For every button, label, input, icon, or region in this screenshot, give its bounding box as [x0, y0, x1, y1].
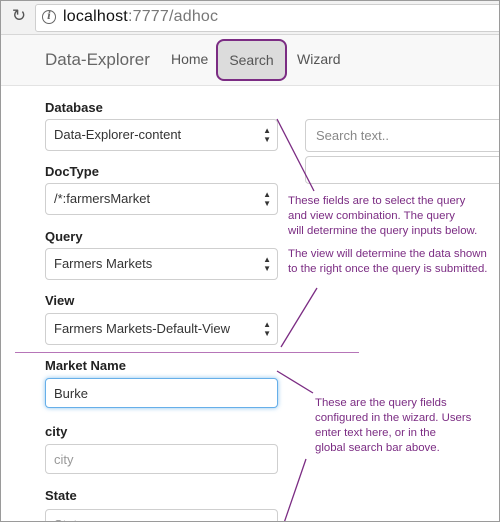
address-bar: ↻ i localhost:7777/adhoc [1, 1, 499, 35]
browser-window: ↻ i localhost:7777/adhoc Data-Explorer H… [0, 0, 500, 522]
note-line: These fields are to select the query [288, 195, 466, 207]
doctype-value: /*:farmersMarket [54, 191, 151, 206]
brand-title[interactable]: Data-Explorer [45, 50, 150, 70]
url-text: localhost:7777/adhoc [63, 8, 218, 26]
updown-caret-icon: ▲ ▼ [263, 320, 271, 338]
city-label: city [45, 424, 68, 439]
app-navbar: Data-Explorer Home Search Wizard [1, 35, 499, 86]
city-input[interactable] [45, 444, 278, 474]
updown-caret-icon: ▲ ▼ [263, 126, 271, 144]
state-label: State [45, 488, 77, 503]
note-line: The view will determine the data shown [288, 248, 487, 260]
annotation-line [280, 287, 318, 348]
note-line: configured in the wizard. Users [315, 412, 472, 424]
view-select[interactable]: Farmers Markets-Default-View ▲ ▼ [45, 313, 278, 345]
note-line: enter text here, or in the [315, 427, 436, 439]
note-line: will determine the query inputs below. [288, 225, 478, 237]
url-field[interactable]: i localhost:7777/adhoc [35, 4, 499, 32]
market-name-label: Market Name [45, 358, 126, 373]
database-value: Data-Explorer-content [54, 127, 182, 142]
search-input[interactable] [305, 119, 499, 152]
annotation-line [284, 458, 307, 521]
view-value: Farmers Markets-Default-View [54, 321, 231, 336]
url-path: :7777/adhoc [127, 8, 219, 25]
query-value: Farmers Markets [54, 256, 153, 271]
annotation-note-selection: These fields are to select the query and… [288, 194, 487, 277]
annotation-divider [15, 352, 359, 353]
nav-wizard[interactable]: Wizard [297, 51, 341, 67]
url-host: localhost [63, 8, 128, 25]
annotation-line [276, 370, 314, 394]
database-label: Database [45, 100, 103, 115]
annotation-note-query-fields: These are the query fields configured in… [315, 396, 471, 456]
query-label: Query [45, 229, 83, 244]
nav-home[interactable]: Home [171, 51, 208, 67]
note-line: to the right once the query is submitted… [288, 263, 488, 275]
doctype-label: DocType [45, 164, 99, 179]
note-line: These are the query fields [315, 397, 447, 409]
view-label: View [45, 293, 75, 308]
secondary-search-field[interactable] [305, 156, 499, 184]
info-icon[interactable]: i [42, 10, 56, 24]
note-line: and view combination. The query [288, 210, 455, 222]
reload-icon[interactable]: ↻ [10, 7, 28, 25]
database-select[interactable]: Data-Explorer-content ▲ ▼ [45, 119, 278, 151]
note-line: global search bar above. [315, 442, 440, 454]
market-name-input[interactable] [45, 378, 278, 408]
state-input[interactable] [45, 509, 278, 521]
updown-caret-icon: ▲ ▼ [263, 190, 271, 208]
updown-caret-icon: ▲ ▼ [263, 255, 271, 273]
doctype-select[interactable]: /*:farmersMarket ▲ ▼ [45, 183, 278, 215]
nav-search[interactable]: Search [216, 39, 287, 81]
query-select[interactable]: Farmers Markets ▲ ▼ [45, 248, 278, 280]
